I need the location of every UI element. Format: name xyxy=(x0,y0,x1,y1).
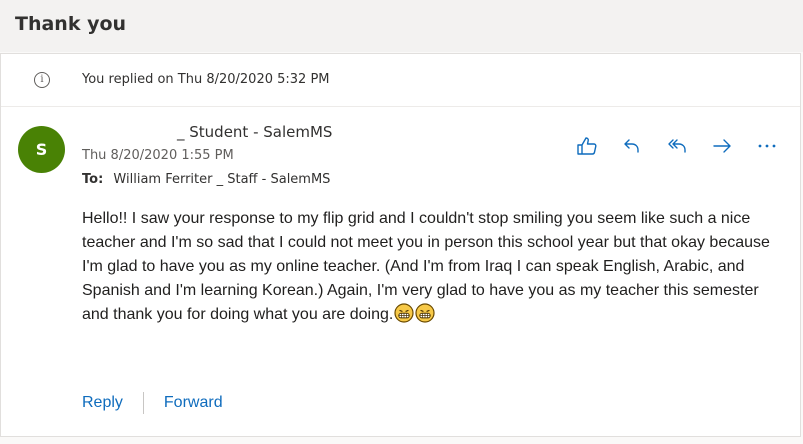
reply-all-button[interactable] xyxy=(663,134,691,158)
reply-icon xyxy=(624,139,639,153)
reply-forward-bar: Reply Forward xyxy=(82,392,223,414)
more-icon xyxy=(758,144,776,148)
subject-bar: Thank you xyxy=(0,0,803,52)
message-card: i You replied on Thu 8/20/2020 5:32 PM S… xyxy=(0,53,801,437)
grinning-face-icon xyxy=(415,303,435,323)
sender-avatar[interactable]: S xyxy=(18,126,65,173)
sent-date: Thu 8/20/2020 1:55 PM xyxy=(82,148,234,163)
divider xyxy=(142,392,144,414)
email-subject: Thank you xyxy=(15,13,127,35)
forward-link[interactable]: Forward xyxy=(164,394,223,412)
info-icon: i xyxy=(34,72,50,88)
forward-button[interactable] xyxy=(708,134,736,158)
grinning-face-icon xyxy=(394,303,414,323)
like-button[interactable] xyxy=(573,134,601,158)
to-label: To: xyxy=(82,172,104,187)
sender-label: _ Student - SalemMS xyxy=(177,123,333,141)
message-body: Hello!! I saw your response to my flip g… xyxy=(82,207,782,327)
replied-notice: You replied on Thu 8/20/2020 5:32 PM xyxy=(82,72,330,87)
like-icon xyxy=(577,137,597,155)
recipient-name[interactable]: William Ferriter _ Staff - SalemMS xyxy=(113,172,330,187)
reply-all-icon xyxy=(668,139,686,153)
redacted-name xyxy=(82,123,177,141)
forward-icon xyxy=(713,139,731,153)
recipient-line: To: William Ferriter _ Staff - SalemMS xyxy=(82,172,330,187)
message-toolbar xyxy=(573,134,781,158)
sender-name[interactable]: _ Student - SalemMS xyxy=(82,123,332,141)
more-actions-button[interactable] xyxy=(753,134,781,158)
info-banner: i You replied on Thu 8/20/2020 5:32 PM xyxy=(1,54,800,107)
reply-link[interactable]: Reply xyxy=(82,394,123,412)
reply-button[interactable] xyxy=(618,134,646,158)
